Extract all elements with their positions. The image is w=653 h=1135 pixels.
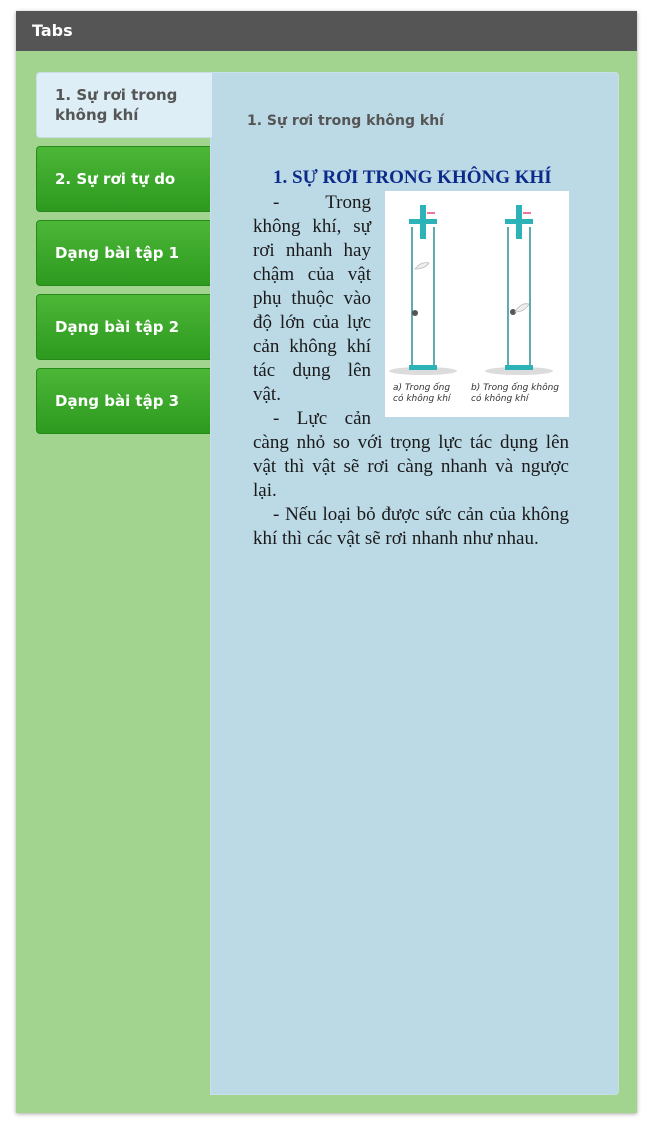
paragraph-3: - Nếu loại bỏ được sức cản của không khí…: [253, 504, 569, 549]
caption-b-line2: có không khí: [471, 393, 530, 404]
tube-b-illustration: [485, 205, 553, 375]
caption-a-line1: a) Trong ống: [393, 382, 450, 393]
tab-dang-bai-tap-3[interactable]: Dạng bài tập 3: [36, 368, 211, 434]
tab-list: 1. Sự rơi trong không khí 2. Sự rơi tự d…: [36, 72, 212, 442]
falling-tube-figure: a) Trong ống có không khí b) Trong ống k…: [385, 191, 569, 417]
tab-su-roi-tu-do[interactable]: 2. Sự rơi tự do: [36, 146, 211, 212]
tab-dang-bai-tap-1[interactable]: Dạng bài tập 1: [36, 220, 211, 286]
paragraph-2: - Lực cản càng nhỏ so với trọng lực tác …: [253, 408, 569, 501]
tab-su-roi-trong-khong-khi[interactable]: 1. Sự rơi trong không khí: [36, 72, 212, 138]
section-heading: 1. SỰ RƠI TRONG KHÔNG KHÍ: [273, 167, 552, 188]
tube-a-illustration: [389, 205, 457, 375]
caption-b-line1: b) Trong ống không: [471, 382, 559, 393]
tab-panel: 1. Sự rơi trong không khí 1. SỰ RƠI TRON…: [210, 72, 619, 1095]
tabs-window: Tabs 1. Sự rơi trong không khí 2. Sự rơi…: [16, 11, 637, 1113]
tab-dang-bai-tap-2[interactable]: Dạng bài tập 2: [36, 294, 211, 360]
caption-a-line2: có không khí: [393, 393, 452, 404]
panel-content: 1. SỰ RƠI TRONG KHÔNG KHÍ a) Trong ống c…: [253, 167, 569, 551]
window-title: Tabs: [16, 11, 637, 51]
panel-title: 1. Sự rơi trong không khí: [247, 113, 444, 129]
